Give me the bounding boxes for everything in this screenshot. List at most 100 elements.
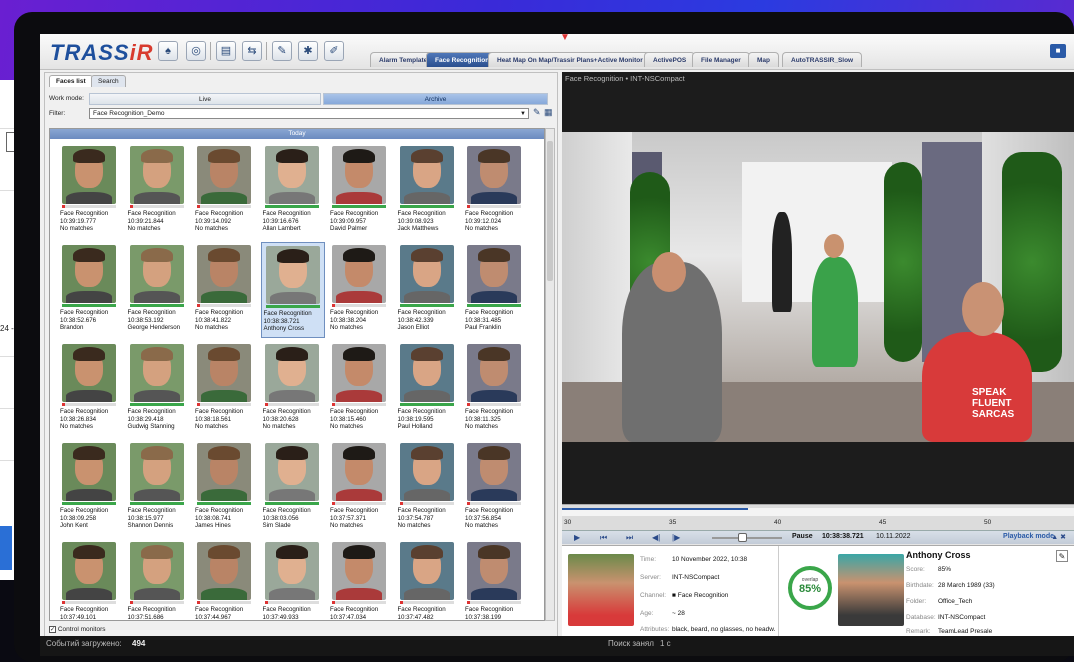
face-card[interactable]: Face Recognition 10:38:08.741 James Hines [193, 440, 257, 536]
filter-select[interactable]: Face Recognition_Demo ▼ [89, 108, 529, 119]
playback-mode-button[interactable]: Playback mode [1003, 533, 1054, 540]
face-card-name: No matches [127, 225, 161, 232]
group-header: Today [50, 129, 544, 139]
tab-autotrassir-slow[interactable]: AutoTRASSIR_Slow [782, 52, 863, 67]
face-card[interactable]: Face Recognition 10:38:11.325 No matches [463, 341, 527, 437]
trash-icon[interactable]: ▦ [544, 107, 553, 118]
face-thumbnail [332, 542, 386, 600]
face-card[interactable]: Face Recognition 10:37:56.854 No matches [463, 440, 527, 536]
wand-icon[interactable]: ✎ [272, 41, 292, 61]
face-card[interactable]: Face Recognition 10:39:12.024 No matches [463, 143, 527, 239]
face-card[interactable]: Face Recognition 10:37:44.967 [193, 539, 257, 620]
face-card[interactable]: Face Recognition 10:37:49.933 [261, 539, 325, 620]
face-card[interactable]: Face Recognition 10:37:38.199 [463, 539, 527, 620]
top-marker-icon: ▼ [560, 32, 570, 43]
chat-icon[interactable]: ▤ [216, 41, 236, 61]
face-card[interactable]: Face Recognition 10:37:54.787 No matches [396, 440, 460, 536]
tab-search[interactable]: Search [91, 75, 126, 87]
face-thumbnail [332, 344, 386, 402]
edit-person-icon[interactable]: ✎ [1056, 550, 1068, 562]
shirt-text-line: SPEAK [972, 387, 1007, 398]
step-forward-icon[interactable]: |▶ [672, 533, 680, 542]
main-toolbar: TRASSiR ▼ ♠ ◎ ▤ ⇆ ✎ ✱ ✐ Alarm Template Fa… [40, 32, 1074, 70]
face-card-name: George Henderson [127, 324, 181, 331]
speed-slider-knob[interactable] [738, 533, 747, 542]
pencil-icon[interactable]: ✎ [533, 107, 541, 118]
shirt-text-line: SARCAS [972, 409, 1015, 420]
video-title: Face Recognition • INT-NSCompact [565, 74, 685, 83]
face-card[interactable]: Face Recognition 10:38:31.485 Paul Frankli… [463, 242, 527, 338]
video-viewport[interactable]: Face Recognition • INT-NSCompact SPEAKF [562, 72, 1074, 504]
face-card[interactable]: Face Recognition 10:38:20.628 No matches [261, 341, 325, 437]
layout-icon[interactable]: ⇆ [242, 41, 262, 61]
face-card-title: Face Recognition [127, 210, 176, 217]
face-card[interactable]: Face Recognition 10:39:16.676 Allan Lamber… [261, 143, 325, 239]
tab-map[interactable]: Map [748, 52, 779, 67]
match-indicator [399, 304, 454, 307]
match-indicator [62, 403, 116, 406]
control-monitors-checkbox[interactable]: ✓ Control monitors [49, 626, 106, 633]
puzzle-icon[interactable]: ✱ [298, 41, 318, 61]
skip-forward-icon[interactable]: ⏭ [626, 533, 633, 543]
face-card[interactable]: Face Recognition 10:38:53.192 George Hende… [126, 242, 190, 338]
face-card[interactable]: Face Recognition 10:39:09.957 David Palmer [328, 143, 392, 239]
face-card[interactable]: Face Recognition 10:38:38.721 Anthony Cros… [260, 242, 325, 338]
face-card[interactable]: Face Recognition 10:37:49.101 [58, 539, 122, 620]
face-card[interactable]: Face Recognition 10:38:26.834 No matches [58, 341, 122, 437]
face-card-title: Face Recognition [127, 606, 176, 613]
face-card[interactable]: Face Recognition 10:37:47.034 [328, 539, 392, 620]
face-card[interactable]: Face Recognition 10:38:09.258 John Kent [58, 440, 122, 536]
face-card[interactable]: Face Recognition 10:38:15.977 Shannon Denn… [126, 440, 190, 536]
tab-faces-list[interactable]: Faces list [49, 75, 93, 87]
match-indicator [129, 304, 184, 307]
face-card[interactable]: Face Recognition 10:38:29.418 Gudwig Stann… [126, 341, 190, 437]
face-card-time: 10:38:15.460 [330, 415, 367, 423]
face-card[interactable]: Face Recognition 10:38:03.056 Sim Slade [261, 440, 325, 536]
expand-icon[interactable]: ▲ ✖ [1051, 533, 1066, 541]
face-card-title: Face Recognition [60, 507, 109, 514]
face-thumbnail [467, 146, 521, 204]
timeline[interactable]: 30 35 40 45 50 [562, 504, 1074, 530]
step-back-icon[interactable]: ◀| [652, 533, 660, 542]
face-card-time: 10:38:19.595 [397, 415, 434, 423]
timeline-tick: 40 [774, 519, 782, 526]
face-card[interactable]: Face Recognition 10:39:14.092 No matches [193, 143, 257, 239]
speed-slider[interactable] [712, 537, 782, 539]
skip-back-icon[interactable]: ⏮ [600, 533, 607, 543]
face-card-title: Face Recognition [263, 310, 312, 317]
face-card[interactable]: Face Recognition 10:39:21.844 No matches [126, 143, 190, 239]
face-card-time: 10:37:47.482 [397, 613, 434, 621]
tab-activepos[interactable]: ActivePOS [644, 52, 696, 67]
face-card[interactable]: Face Recognition 10:38:52.676 Brandon [58, 242, 122, 338]
face-card-name: No matches [330, 423, 364, 430]
timeline-tick: 30 [564, 519, 572, 526]
bell-icon[interactable]: ♠ [158, 41, 178, 61]
edit-window-icon[interactable]: ✐ [324, 41, 344, 61]
play-icon[interactable]: ▶ [574, 533, 580, 542]
face-card[interactable]: Face Recognition 10:37:47.482 [396, 539, 460, 621]
voicemail-icon[interactable]: ◎ [186, 41, 206, 61]
face-thumbnail [129, 344, 184, 402]
face-thumbnail [264, 542, 319, 600]
face-card[interactable]: Face Recognition 10:39:08.923 Jack Matthew… [396, 143, 460, 239]
faces-scrollbar[interactable] [545, 128, 555, 621]
status-bar: Событий загружено: 494 Поиск занял 1 с [40, 636, 1074, 656]
face-card[interactable]: Face Recognition 10:37:57.371 No matches [328, 440, 392, 536]
face-card[interactable]: Face Recognition 10:37:51.686 [126, 539, 190, 620]
mode-archive-button[interactable]: Archive [323, 93, 548, 105]
face-card[interactable]: Face Recognition 10:38:41.822 No matches [193, 242, 257, 338]
face-thumbnail [264, 443, 319, 501]
face-card[interactable]: Face Recognition 10:38:38.204 No matches [328, 242, 392, 338]
face-card[interactable]: Face Recognition 10:38:18.561 No matches [193, 341, 257, 437]
face-card-time: 10:39:21.844 [127, 217, 164, 225]
face-thumbnail [399, 245, 454, 303]
mode-live-button[interactable]: Live [89, 93, 321, 105]
tab-file-manager[interactable]: File Manager [692, 52, 750, 67]
face-card[interactable]: Face Recognition 10:38:42.339 Jason Elliot [396, 242, 460, 338]
face-card[interactable]: Face Recognition 10:39:19.777 No matches [58, 143, 122, 239]
camera-icon[interactable]: ■ [1050, 44, 1066, 58]
tab-heat-map-on-map-trassir-plans-active-monitor[interactable]: Heat Map On Map/Trassir Plans+Active Mon… [488, 52, 652, 67]
face-card[interactable]: Face Recognition 10:38:15.460 No matches [328, 341, 392, 437]
face-card[interactable]: Face Recognition 10:38:19.595 Paul Holland [396, 341, 460, 437]
match-indicator [399, 205, 454, 208]
